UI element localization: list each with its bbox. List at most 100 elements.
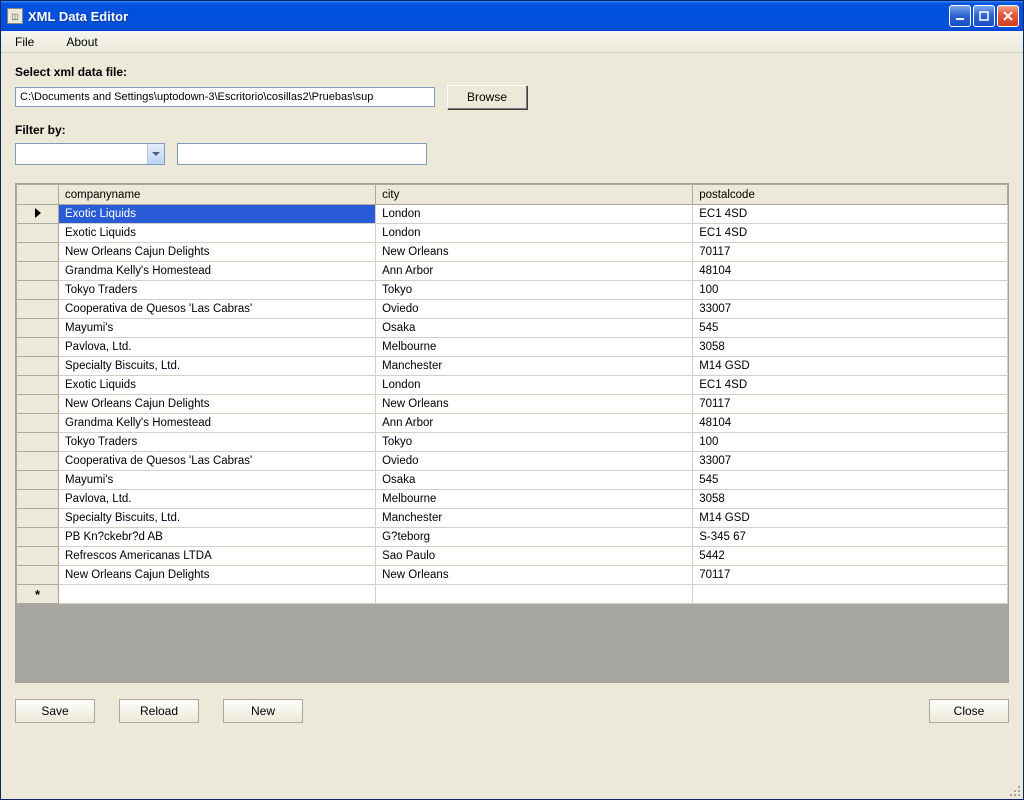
cell-city[interactable]	[376, 585, 693, 604]
cell-city[interactable]: Tokyo	[376, 433, 693, 452]
combobox-dropdown-button[interactable]	[147, 144, 164, 164]
cell-companyname[interactable]: Exotic Liquids	[59, 376, 376, 395]
column-header-postalcode[interactable]: postalcode	[693, 185, 1008, 205]
cell-postalcode[interactable]: 70117	[693, 566, 1008, 585]
row-header[interactable]	[17, 243, 59, 262]
cell-companyname[interactable]: Mayumi's	[59, 471, 376, 490]
table-row[interactable]: Cooperativa de Quesos 'Las Cabras'Oviedo…	[17, 452, 1008, 471]
cell-city[interactable]: Osaka	[376, 319, 693, 338]
cell-postalcode[interactable]: EC1 4SD	[693, 224, 1008, 243]
cell-city[interactable]: New Orleans	[376, 566, 693, 585]
cell-postalcode[interactable]: 5442	[693, 547, 1008, 566]
menu-file[interactable]: File	[9, 33, 40, 51]
cell-companyname[interactable]: Tokyo Traders	[59, 433, 376, 452]
cell-postalcode[interactable]: 48104	[693, 262, 1008, 281]
cell-postalcode[interactable]: 3058	[693, 338, 1008, 357]
row-header[interactable]	[17, 395, 59, 414]
cell-companyname[interactable]: New Orleans Cajun Delights	[59, 395, 376, 414]
minimize-button[interactable]	[949, 5, 971, 27]
table-row[interactable]: Mayumi'sOsaka545	[17, 319, 1008, 338]
reload-button[interactable]: Reload	[119, 699, 199, 723]
grid-corner[interactable]	[17, 185, 59, 205]
cell-postalcode[interactable]: 3058	[693, 490, 1008, 509]
cell-postalcode[interactable]: 100	[693, 281, 1008, 300]
cell-companyname[interactable]: Cooperativa de Quesos 'Las Cabras'	[59, 452, 376, 471]
cell-postalcode[interactable]: EC1 4SD	[693, 376, 1008, 395]
maximize-button[interactable]	[973, 5, 995, 27]
row-header[interactable]	[17, 224, 59, 243]
cell-postalcode[interactable]: 100	[693, 433, 1008, 452]
cell-companyname[interactable]: Specialty Biscuits, Ltd.	[59, 509, 376, 528]
cell-city[interactable]: London	[376, 376, 693, 395]
column-header-companyname[interactable]: companyname	[59, 185, 376, 205]
new-row[interactable]: *	[17, 585, 1008, 604]
table-row[interactable]: Specialty Biscuits, Ltd.ManchesterM14 GS…	[17, 509, 1008, 528]
cell-companyname[interactable]: Cooperativa de Quesos 'Las Cabras'	[59, 300, 376, 319]
table-row[interactable]: Specialty Biscuits, Ltd.ManchesterM14 GS…	[17, 357, 1008, 376]
menu-about[interactable]: About	[60, 33, 103, 51]
close-window-button[interactable]	[997, 5, 1019, 27]
row-header[interactable]	[17, 281, 59, 300]
row-header[interactable]	[17, 338, 59, 357]
cell-city[interactable]: London	[376, 205, 693, 224]
table-row[interactable]: PB Kn?ckebr?d ABG?teborgS-345 67	[17, 528, 1008, 547]
titlebar[interactable]: ◫ XML Data Editor	[1, 1, 1023, 31]
cell-postalcode[interactable]: 545	[693, 319, 1008, 338]
row-header[interactable]	[17, 547, 59, 566]
cell-companyname[interactable]: Grandma Kelly's Homestead	[59, 262, 376, 281]
row-header[interactable]	[17, 300, 59, 319]
table-row[interactable]: New Orleans Cajun DelightsNew Orleans701…	[17, 243, 1008, 262]
cell-city[interactable]: Manchester	[376, 357, 693, 376]
cell-companyname[interactable]: Specialty Biscuits, Ltd.	[59, 357, 376, 376]
cell-city[interactable]: New Orleans	[376, 395, 693, 414]
table-row[interactable]: Pavlova, Ltd.Melbourne3058	[17, 338, 1008, 357]
table-row[interactable]: Grandma Kelly's HomesteadAnn Arbor48104	[17, 414, 1008, 433]
cell-city[interactable]: Melbourne	[376, 490, 693, 509]
table-row[interactable]: Cooperativa de Quesos 'Las Cabras'Oviedo…	[17, 300, 1008, 319]
cell-city[interactable]: Ann Arbor	[376, 262, 693, 281]
cell-postalcode[interactable]: M14 GSD	[693, 357, 1008, 376]
row-header[interactable]	[17, 528, 59, 547]
cell-companyname[interactable]: Refrescos Americanas LTDA	[59, 547, 376, 566]
row-header[interactable]	[17, 433, 59, 452]
cell-companyname[interactable]: Tokyo Traders	[59, 281, 376, 300]
new-button[interactable]: New	[223, 699, 303, 723]
cell-postalcode[interactable]: 33007	[693, 452, 1008, 471]
cell-city[interactable]: Ann Arbor	[376, 414, 693, 433]
table-row[interactable]: Exotic LiquidsLondonEC1 4SD	[17, 205, 1008, 224]
cell-companyname[interactable]	[59, 585, 376, 604]
resize-grip-icon[interactable]	[1007, 783, 1021, 797]
cell-city[interactable]: New Orleans	[376, 243, 693, 262]
data-grid[interactable]: companynamecitypostalcode Exotic Liquids…	[15, 183, 1009, 683]
cell-companyname[interactable]: Pavlova, Ltd.	[59, 490, 376, 509]
cell-city[interactable]: G?teborg	[376, 528, 693, 547]
cell-city[interactable]: London	[376, 224, 693, 243]
row-header[interactable]	[17, 471, 59, 490]
cell-city[interactable]: Melbourne	[376, 338, 693, 357]
cell-city[interactable]: Osaka	[376, 471, 693, 490]
cell-companyname[interactable]: Grandma Kelly's Homestead	[59, 414, 376, 433]
row-header[interactable]	[17, 509, 59, 528]
cell-city[interactable]: Manchester	[376, 509, 693, 528]
cell-postalcode[interactable]: 70117	[693, 395, 1008, 414]
cell-postalcode[interactable]: S-345 67	[693, 528, 1008, 547]
table-row[interactable]: Grandma Kelly's HomesteadAnn Arbor48104	[17, 262, 1008, 281]
row-header[interactable]	[17, 490, 59, 509]
table-row[interactable]: Exotic LiquidsLondonEC1 4SD	[17, 224, 1008, 243]
cell-companyname[interactable]: Exotic Liquids	[59, 205, 376, 224]
cell-postalcode[interactable]: EC1 4SD	[693, 205, 1008, 224]
cell-companyname[interactable]: Exotic Liquids	[59, 224, 376, 243]
row-header[interactable]	[17, 205, 59, 224]
cell-postalcode[interactable]: 70117	[693, 243, 1008, 262]
table-row[interactable]: Refrescos Americanas LTDASao Paulo5442	[17, 547, 1008, 566]
table-row[interactable]: Tokyo TradersTokyo100	[17, 433, 1008, 452]
cell-companyname[interactable]: Mayumi's	[59, 319, 376, 338]
row-header[interactable]	[17, 452, 59, 471]
cell-companyname[interactable]: Pavlova, Ltd.	[59, 338, 376, 357]
row-header[interactable]	[17, 262, 59, 281]
row-header[interactable]	[17, 357, 59, 376]
table-row[interactable]: New Orleans Cajun DelightsNew Orleans701…	[17, 566, 1008, 585]
row-header[interactable]	[17, 414, 59, 433]
cell-postalcode[interactable]	[693, 585, 1008, 604]
cell-postalcode[interactable]: 48104	[693, 414, 1008, 433]
